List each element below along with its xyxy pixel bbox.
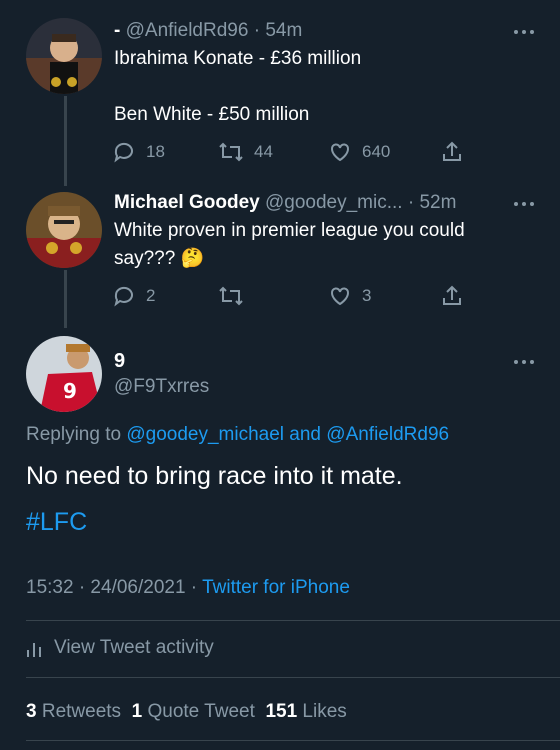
share-icon <box>443 141 461 161</box>
retweet-count: 44 <box>254 142 273 161</box>
tweet-text: say??? <box>114 248 176 269</box>
like-button[interactable]: 3 <box>328 284 371 308</box>
reply-icon <box>114 286 133 307</box>
thinking-emoji: 🤔 <box>180 248 205 269</box>
engagement-stats: 3 Retweets 1 Quote Tweet 151 Likes <box>26 701 347 723</box>
reply-count: 18 <box>146 142 165 161</box>
heart-icon <box>331 287 349 306</box>
quote-tweets-stat[interactable]: 1 Quote Tweet <box>132 701 255 722</box>
like-count: 640 <box>362 142 391 161</box>
tweet-meta: 15:32 · 24/06/2021 · Twitter for iPhone <box>26 577 350 599</box>
divider <box>26 620 560 621</box>
tweet-text: White proven in premier league you could <box>114 220 465 241</box>
tweet-time: 54m <box>265 20 303 41</box>
avatar[interactable] <box>26 18 102 94</box>
more-options-icon[interactable] <box>514 202 534 206</box>
reply-button[interactable]: 2 <box>112 284 155 308</box>
tweet-time: 52m <box>419 192 457 213</box>
timestamp: 15:32 · 24/06/2021 · <box>26 577 198 598</box>
retweet-icon <box>219 286 243 306</box>
hashtag-link[interactable]: #LFC <box>26 508 87 537</box>
retweet-icon <box>219 142 243 162</box>
tweet-text: No need to bring race into it mate. <box>26 462 403 490</box>
share-button[interactable] <box>440 284 464 308</box>
mention-link[interactable]: @goodey_michael <box>126 424 284 445</box>
share-icon <box>443 285 461 305</box>
tweet-text: Ben White - £50 million <box>114 104 310 125</box>
thread-line <box>64 270 67 328</box>
avatar-number: 9 <box>63 379 77 403</box>
handle[interactable]: @goodey_mic... <box>265 192 403 213</box>
like-button[interactable]: 640 <box>328 140 390 164</box>
display-name[interactable]: - <box>114 20 120 41</box>
source-link[interactable]: Twitter for iPhone <box>202 577 350 598</box>
divider <box>26 740 560 741</box>
reply-button[interactable]: 18 <box>112 140 165 164</box>
retweet-button[interactable] <box>218 284 254 308</box>
display-name[interactable]: Michael Goodey <box>114 192 260 213</box>
avatar[interactable] <box>26 192 102 268</box>
mention-link[interactable]: @AnfieldRd96 <box>326 424 449 445</box>
reply-count: 2 <box>146 286 156 305</box>
handle[interactable]: @F9Txrres <box>114 376 209 398</box>
avatar[interactable]: 9 <box>26 336 102 412</box>
likes-stat[interactable]: 151 Likes <box>265 701 346 722</box>
display-name[interactable]: 9 <box>114 350 125 373</box>
tweet-text: Ibrahima Konate - £36 million <box>114 48 362 69</box>
more-options-icon[interactable] <box>514 30 534 34</box>
handle[interactable]: @AnfieldRd96 <box>126 20 249 41</box>
reply-icon <box>114 142 133 163</box>
more-options-icon[interactable] <box>514 360 534 364</box>
thread-line <box>64 96 67 186</box>
divider <box>26 677 560 678</box>
analytics-icon <box>27 643 41 657</box>
view-tweet-activity[interactable]: View Tweet activity <box>26 637 214 659</box>
heart-icon <box>331 143 349 162</box>
retweets-stat[interactable]: 3 Retweets <box>26 701 121 722</box>
like-count: 3 <box>362 286 372 305</box>
replying-to: Replying to @goodey_michael and @Anfield… <box>26 424 450 445</box>
share-button[interactable] <box>440 140 464 164</box>
retweet-button[interactable]: 44 <box>218 140 273 164</box>
